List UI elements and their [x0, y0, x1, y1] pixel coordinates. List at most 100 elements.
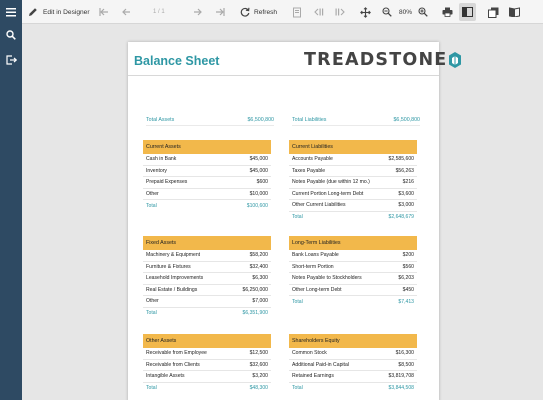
zoom-out-icon — [382, 7, 392, 17]
sidebar — [0, 0, 22, 400]
row-value: $6,351,900 — [242, 310, 269, 317]
row-label: Inventory — [146, 167, 167, 174]
pencil-icon — [29, 8, 37, 16]
row-label: Total — [292, 214, 303, 221]
logo-text: TREADSTONE — [304, 50, 448, 70]
section-header: Current Assets — [143, 140, 271, 154]
previous-section-button[interactable] — [313, 0, 325, 24]
table-row: Common Stock $16,300 — [289, 348, 417, 360]
table-row: Retained Earnings $3,819,708 — [289, 371, 417, 383]
last-page-button[interactable] — [215, 0, 225, 24]
row-label: Leasehold Improvements — [146, 275, 204, 282]
row-value: $7,413 — [398, 298, 414, 305]
zoom-level: 80% — [399, 8, 413, 16]
first-page-icon — [99, 8, 108, 16]
section-header: Fixed Assets — [143, 236, 271, 250]
prev-section-icon — [314, 8, 324, 16]
single-page-view-button[interactable] — [459, 3, 476, 21]
row-value: $16,300 — [395, 350, 414, 357]
table-row: Prepaid Expenses $600 — [143, 177, 271, 189]
row-label: Accounts Payable — [292, 156, 333, 163]
total-assets-value: $6,500,800 — [247, 116, 274, 123]
first-page-button[interactable] — [99, 0, 109, 24]
pan-mode-button[interactable] — [360, 0, 371, 24]
table-row: Real Estate / Buildings $6,250,000 — [143, 285, 271, 296]
table-row: Accounts Payable $2,585,600 — [289, 154, 417, 166]
page-indicator-field[interactable]: 1 / 1 — [153, 0, 165, 24]
row-value: $6,300 — [252, 275, 268, 282]
row-value: $58,200 — [249, 252, 268, 259]
shareholders-equity-section: Shareholders Equity Common Stock $16,300 Ad… — [289, 334, 417, 394]
document-map-button[interactable] — [292, 0, 302, 24]
refresh-label: Refresh — [254, 8, 278, 16]
row-label: Receivable from Clients — [146, 361, 200, 368]
row-label: Notes Payable to Stockholders — [292, 275, 362, 282]
section-total-row: Total $48,300 — [143, 383, 271, 395]
search-icon[interactable] — [0, 24, 22, 46]
continuous-view-button[interactable] — [488, 0, 499, 24]
total-liabilities-row: Total Liabilities $6,500,800 — [292, 114, 420, 126]
zoom-in-button[interactable] — [418, 0, 428, 24]
table-row: Bank Loans Payable $200 — [289, 250, 417, 262]
single-page-view-icon — [462, 7, 473, 17]
edit-in-designer-button[interactable]: Edit in Designer — [28, 0, 90, 24]
toolbar: Edit in Designer 1 / 1 Refresh 80% — [22, 0, 543, 24]
section-total-row: Total $3,844,508 — [289, 383, 417, 395]
row-value: $200 — [402, 252, 414, 259]
refresh-button[interactable]: Refresh — [240, 0, 277, 24]
book-icon — [509, 7, 520, 17]
row-label: Other Current Liabilities — [292, 202, 346, 209]
report-viewer-area[interactable]: Balance Sheet TREADSTONE Total Assets $6… — [22, 24, 543, 400]
row-label: Intangible Assets — [146, 373, 185, 380]
table-row: Cash in Bank $45,000 — [143, 154, 271, 166]
total-assets-label: Total Assets — [146, 116, 175, 123]
row-value: $6,250,000 — [242, 286, 269, 293]
print-button[interactable] — [442, 0, 453, 24]
current-liabilities-section: Current Liabilities Accounts Payable $2,58… — [289, 140, 417, 223]
row-value: $3,600 — [398, 190, 414, 197]
next-page-button[interactable] — [193, 0, 203, 24]
row-value: $450 — [402, 286, 414, 293]
next-section-button[interactable] — [334, 0, 346, 24]
zoom-level-field[interactable]: 80% — [399, 0, 412, 24]
previous-page-button[interactable] — [121, 0, 131, 24]
table-row: Other Current Liabilities $3,000 — [289, 200, 417, 212]
section-total-row: Total $7,413 — [289, 296, 417, 308]
table-row: Inventory $45,000 — [143, 166, 271, 177]
row-label: Bank Loans Payable — [292, 252, 339, 259]
row-value: $600 — [256, 179, 268, 186]
section-header: Current Liabilities — [289, 140, 417, 154]
section-header: Shareholders Equity — [289, 334, 417, 348]
row-value: $3,200 — [252, 373, 268, 380]
row-value: $12,500 — [249, 350, 268, 357]
document-map-icon — [293, 7, 301, 17]
long-term-liabilities-section: Long-Term Liabilities Bank Loans Payable $… — [289, 236, 417, 308]
section-total-row: Total $100,600 — [143, 200, 271, 212]
header-divider — [128, 75, 439, 76]
table-row: Other Long-term Debt $450 — [289, 285, 417, 296]
report-title: Balance Sheet — [134, 54, 220, 68]
row-label: Total — [292, 298, 303, 305]
table-row: Notes Payable to Stockholders $6,203 — [289, 273, 417, 285]
arrow-right-icon — [194, 8, 202, 16]
menu-icon[interactable] — [0, 1, 22, 23]
row-label: Other Long-term Debt — [292, 286, 342, 293]
section-total-row: Total $6,351,900 — [143, 308, 271, 320]
table-row: Furniture & Fixtures $32,400 — [143, 262, 271, 273]
zoom-in-icon — [418, 7, 428, 17]
row-value: $45,000 — [249, 167, 268, 174]
total-liabilities-value: $6,500,800 — [393, 116, 420, 123]
row-label: Common Stock — [292, 350, 327, 357]
export-icon[interactable] — [0, 49, 22, 71]
row-label: Other — [146, 190, 159, 197]
current-assets-section: Current Assets Cash in Bank $45,000 Invento… — [143, 140, 271, 212]
row-label: Other — [146, 298, 159, 305]
table-row: Short-term Portion $560 — [289, 262, 417, 273]
row-label: Total — [146, 385, 157, 392]
row-value: $560 — [402, 263, 414, 270]
zoom-out-button[interactable] — [382, 0, 392, 24]
galley-view-button[interactable] — [509, 0, 520, 24]
row-value: $45,000 — [249, 156, 268, 163]
row-label: Short-term Portion — [292, 263, 334, 270]
row-label: Real Estate / Buildings — [146, 286, 198, 293]
